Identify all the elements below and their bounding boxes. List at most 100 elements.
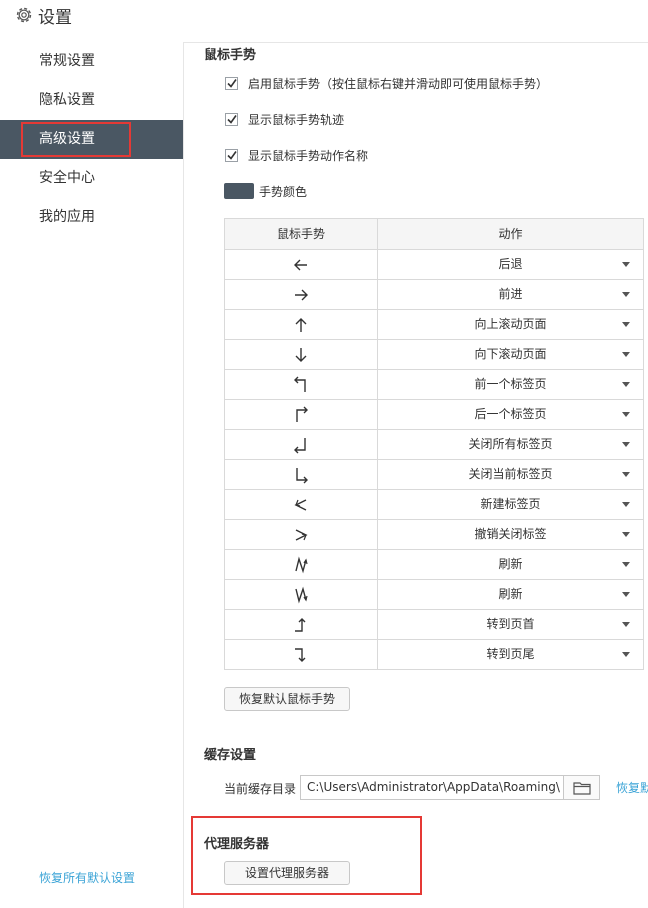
enable-gesture-label: 启用鼠标手势（按住鼠标右键并滑动即可使用鼠标手势） <box>248 76 549 91</box>
gesture-section-title: 鼠标手势 <box>204 48 257 63</box>
action-label: 前一个标签页 <box>474 377 547 391</box>
table-row: 向上滚动页面 <box>225 310 643 340</box>
restore-gesture-defaults-button[interactable]: 恢复默认鼠标手势 <box>224 687 350 711</box>
up-left-gesture-icon <box>294 376 306 392</box>
down-left-gesture-icon <box>294 437 306 453</box>
chevron-down-icon <box>622 322 630 327</box>
right-arrow-icon <box>295 289 308 300</box>
action-label: 前进 <box>498 287 523 301</box>
action-select[interactable]: 新建标签页 <box>378 490 643 519</box>
action-select[interactable]: 刷新 <box>378 580 643 609</box>
action-label: 新建标签页 <box>480 497 541 511</box>
cache-dir-input[interactable]: C:\Users\Administrator\AppData\Roaming\ <box>300 775 564 800</box>
settings-content: 鼠标手势 启用鼠标手势（按住鼠标右键并滑动即可使用鼠标手势） 显示鼠标手势轨迹 … <box>184 42 648 908</box>
up-arrow-icon <box>295 317 307 332</box>
sidebar-item-privacy[interactable]: 隐私设置 <box>0 81 183 120</box>
action-select[interactable]: 撤销关闭标签 <box>378 520 643 549</box>
action-select[interactable]: 关闭当前标签页 <box>378 460 643 489</box>
action-label: 后一个标签页 <box>474 407 547 421</box>
sidebar: 常规设置 隐私设置 高级设置 安全中心 我的应用 恢复所有默认设置 <box>0 42 184 908</box>
action-select[interactable]: 前一个标签页 <box>378 370 643 399</box>
action-label: 关闭当前标签页 <box>468 467 553 481</box>
chevron-down-icon <box>622 502 630 507</box>
action-label: 刷新 <box>498 557 523 571</box>
set-proxy-button[interactable]: 设置代理服务器 <box>224 861 350 885</box>
action-select[interactable]: 后一个标签页 <box>378 400 643 429</box>
gesture-table: 鼠标手势 动作 后退 前进 向上滚动页面 向下滚动页面 前一个标签页 后一个标签… <box>224 218 644 670</box>
header-action: 动作 <box>498 227 523 241</box>
cache-section-title: 缓存设置 <box>204 748 257 763</box>
gear-icon <box>16 7 32 23</box>
sidebar-item-my-apps[interactable]: 我的应用 <box>0 198 183 237</box>
down-up-down-gesture-icon <box>295 586 308 604</box>
check-icon <box>227 150 237 160</box>
show-trail-checkbox[interactable] <box>225 112 238 126</box>
cache-dir-label: 当前缓存目录 <box>224 782 297 796</box>
right-zigzag-gesture-icon <box>295 528 308 541</box>
folder-icon <box>572 781 591 795</box>
sidebar-item-general[interactable]: 常规设置 <box>0 42 183 81</box>
chevron-down-icon <box>622 352 630 357</box>
action-label: 向下滚动页面 <box>474 347 547 361</box>
show-action-name-option[interactable]: 显示鼠标手势动作名称 <box>225 146 368 164</box>
action-label: 转到页首 <box>486 617 535 631</box>
restore-cache-default-link[interactable]: 恢复默 <box>616 779 648 796</box>
table-row: 关闭所有标签页 <box>225 430 643 460</box>
action-select[interactable]: 转到页尾 <box>378 640 643 669</box>
action-label: 向上滚动页面 <box>474 317 547 331</box>
sidebar-item-label: 常规设置 <box>39 53 95 69</box>
action-select[interactable]: 刷新 <box>378 550 643 579</box>
chevron-down-icon <box>622 442 630 447</box>
up-down-up-gesture-icon <box>295 555 308 573</box>
chevron-down-icon <box>622 562 630 567</box>
chevron-down-icon <box>622 412 630 417</box>
browse-folder-button[interactable] <box>563 775 600 800</box>
action-label: 关闭所有标签页 <box>468 437 553 451</box>
table-row: 刷新 <box>225 550 643 580</box>
table-header: 鼠标手势 动作 <box>225 219 643 250</box>
show-action-name-checkbox[interactable] <box>225 148 238 162</box>
sidebar-item-label: 隐私设置 <box>39 92 95 108</box>
right-up-gesture-icon <box>295 617 306 632</box>
chevron-down-icon <box>622 592 630 597</box>
show-trail-option[interactable]: 显示鼠标手势轨迹 <box>225 110 344 128</box>
action-select[interactable]: 关闭所有标签页 <box>378 430 643 459</box>
table-row: 向下滚动页面 <box>225 340 643 370</box>
action-select[interactable]: 向上滚动页面 <box>378 310 643 339</box>
enable-gesture-option[interactable]: 启用鼠标手势（按住鼠标右键并滑动即可使用鼠标手势） <box>225 74 548 92</box>
enable-gesture-checkbox[interactable] <box>225 76 238 90</box>
action-select[interactable]: 转到页首 <box>378 610 643 639</box>
chevron-down-icon <box>622 382 630 387</box>
down-arrow-icon <box>295 347 307 362</box>
gesture-color-swatch[interactable] <box>224 183 254 199</box>
table-row: 后一个标签页 <box>225 400 643 430</box>
chevron-down-icon <box>622 532 630 537</box>
check-icon <box>227 78 237 88</box>
sidebar-item-security[interactable]: 安全中心 <box>0 159 183 198</box>
header-gesture: 鼠标手势 <box>225 219 378 249</box>
chevron-down-icon <box>622 292 630 297</box>
action-label: 刷新 <box>498 587 523 601</box>
action-select[interactable]: 前进 <box>378 280 643 309</box>
proxy-section-title: 代理服务器 <box>204 837 270 852</box>
left-zigzag-gesture-icon <box>294 498 307 511</box>
sidebar-item-label: 安全中心 <box>39 170 95 186</box>
down-right-gesture-icon <box>296 467 308 483</box>
table-row: 后退 <box>225 250 643 280</box>
table-row: 撤销关闭标签 <box>225 520 643 550</box>
sidebar-item-advanced[interactable]: 高级设置 <box>0 120 183 159</box>
action-select[interactable]: 后退 <box>378 250 643 279</box>
table-row: 关闭当前标签页 <box>225 460 643 490</box>
page-title: 设置 <box>38 8 72 28</box>
chevron-down-icon <box>622 262 630 267</box>
table-row: 前一个标签页 <box>225 370 643 400</box>
table-row: 转到页首 <box>225 610 643 640</box>
left-arrow-icon <box>294 259 307 270</box>
action-select[interactable]: 向下滚动页面 <box>378 340 643 369</box>
table-row: 新建标签页 <box>225 490 643 520</box>
action-label: 转到页尾 <box>486 647 535 661</box>
action-label: 撤销关闭标签 <box>474 527 547 541</box>
check-icon <box>227 114 237 124</box>
title-bar: 设置 <box>0 0 648 43</box>
restore-all-defaults-link[interactable]: 恢复所有默认设置 <box>39 869 135 886</box>
